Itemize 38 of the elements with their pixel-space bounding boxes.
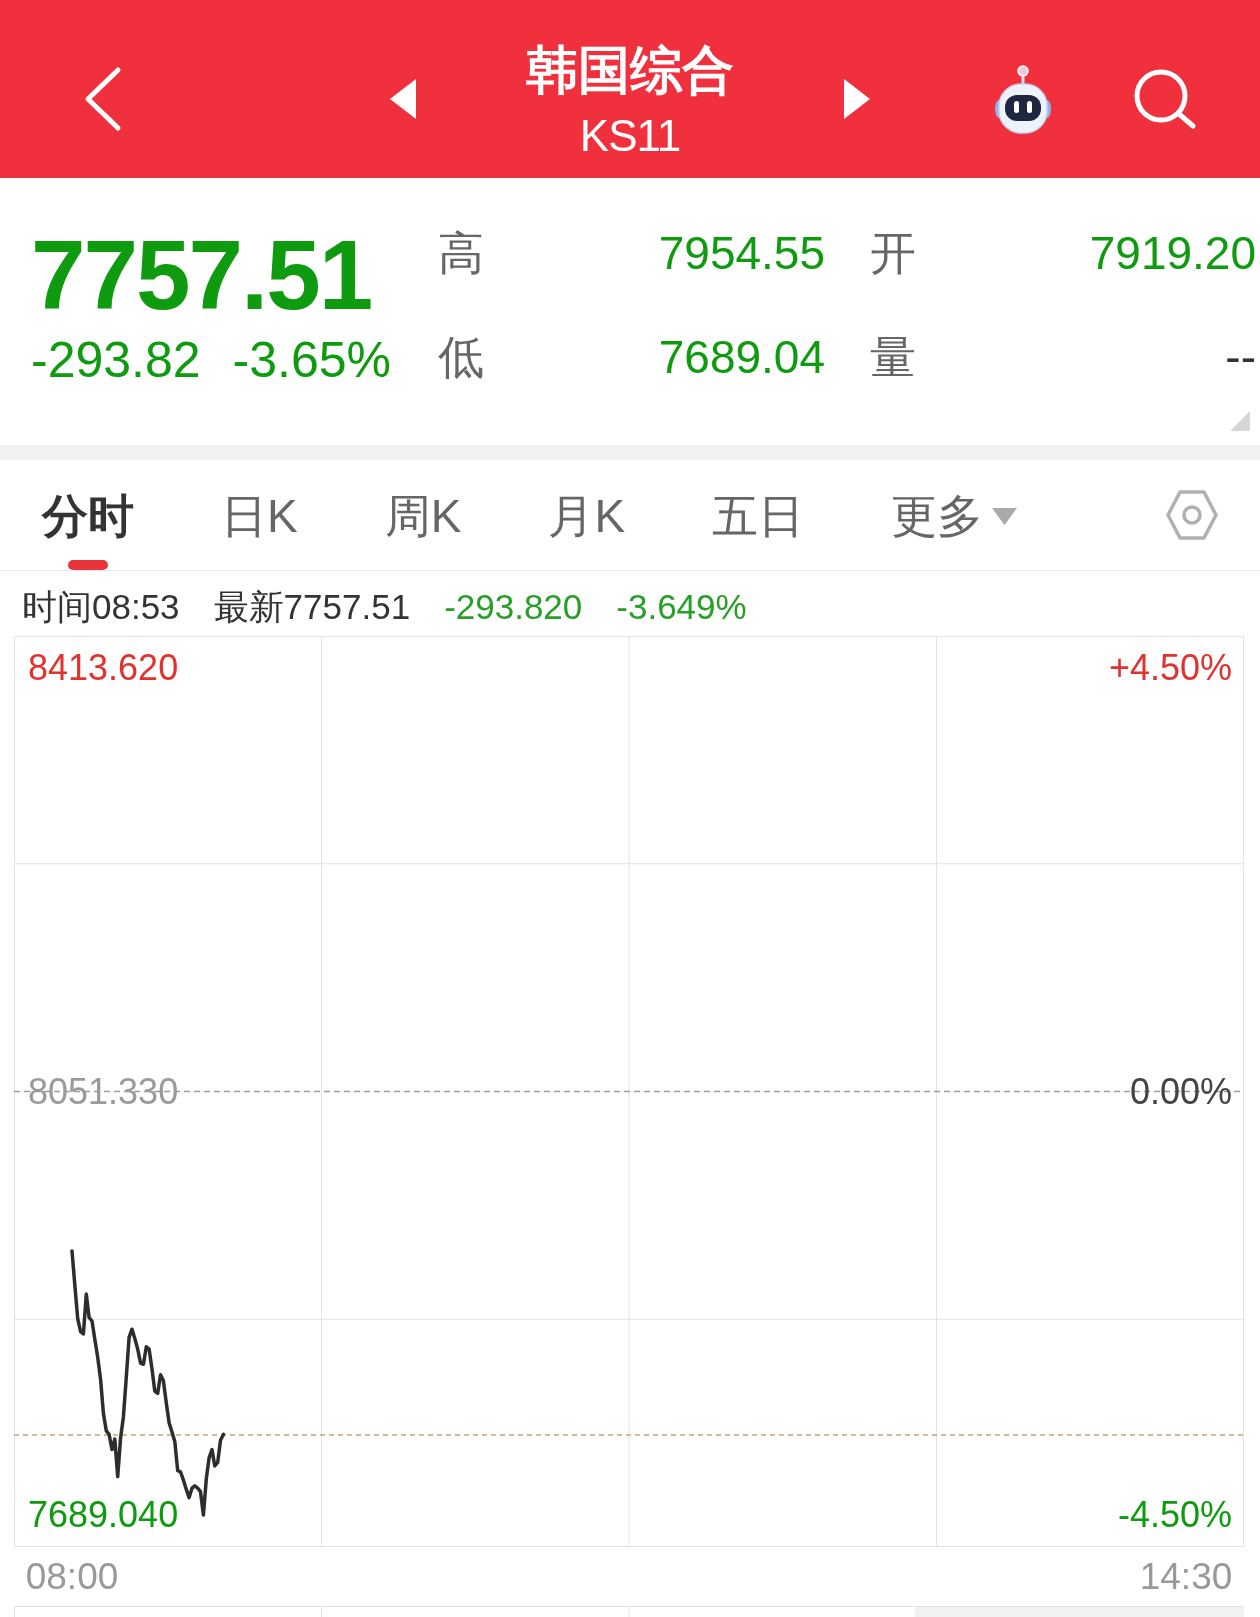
price-change: -293.82: [31, 335, 201, 385]
percent-reading: -3.649%: [616, 586, 747, 628]
change-reading: -293.820: [444, 586, 583, 628]
stat-label: 低: [438, 331, 484, 383]
time-reading: 时间08:53: [22, 586, 180, 628]
stat-label: 量: [870, 331, 916, 383]
y-axis-label: 8051.330: [28, 1071, 179, 1112]
settings-icon[interactable]: [1166, 490, 1218, 540]
stat-label: 开: [870, 227, 916, 279]
caret-icon: [992, 507, 1018, 525]
triangle-right-icon[interactable]: [844, 79, 870, 119]
percent-change: -3.65%: [232, 335, 392, 385]
stat-value: 7954.55: [658, 227, 825, 279]
tab[interactable]: 月K: [548, 460, 626, 570]
percent-axis-label: 0.00%: [1129, 1071, 1232, 1112]
tab[interactable]: 更多: [891, 460, 1018, 570]
stat-value: 7689.04: [658, 331, 825, 383]
index-code: KS11: [579, 114, 681, 158]
search-icon[interactable]: [1133, 68, 1197, 130]
stat-value: --: [1225, 331, 1256, 383]
y-axis-label: 7689.040: [28, 1495, 179, 1536]
triangle-left-icon[interactable]: [390, 79, 416, 119]
last-price: 7757.51: [31, 226, 373, 324]
robot-icon[interactable]: [995, 64, 1051, 134]
percent-axis-label: -4.50%: [1117, 1495, 1232, 1536]
tab[interactable]: 日K: [221, 460, 298, 570]
latest-price-reading: 最新7757.51: [213, 586, 411, 628]
x-axis-label: 08:00: [25, 1555, 119, 1599]
stat-value: 7919.20: [1089, 227, 1256, 279]
tab[interactable]: 分时: [42, 460, 134, 570]
tab[interactable]: 五日: [712, 460, 805, 570]
y-axis-label: 8413.620: [28, 648, 179, 688]
x-axis-label: 14:30: [1139, 1555, 1233, 1599]
index-title: 韩国综合: [526, 40, 734, 100]
stat-label: 高: [438, 227, 484, 279]
tab[interactable]: 周K: [384, 460, 462, 570]
chevron-left-icon[interactable]: [83, 66, 122, 132]
percent-axis-label: +4.50%: [1108, 648, 1232, 688]
